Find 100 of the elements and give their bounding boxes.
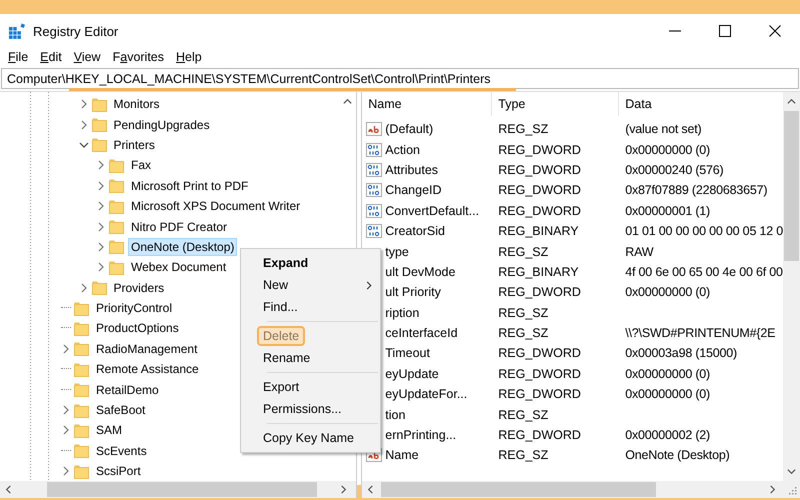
column-header[interactable]: Name — [362, 92, 492, 116]
tree-item[interactable]: Microsoft Print to PDF — [128, 176, 252, 195]
folder-icon — [74, 422, 89, 438]
value-name[interactable]: tion — [385, 408, 406, 422]
menu-item[interactable]: Rename — [241, 347, 380, 369]
expand-chevron-icon[interactable] — [96, 160, 106, 170]
expand-chevron-icon[interactable] — [96, 180, 106, 191]
value-data: 4f 00 6e 00 65 00 4e 00 6f 00 — [624, 264, 783, 279]
expand-chevron-icon[interactable] — [78, 99, 88, 110]
scroll-left-icon[interactable] — [366, 485, 376, 494]
expand-chevron-icon[interactable] — [96, 222, 106, 232]
expand-chevron-icon[interactable] — [61, 466, 71, 476]
value-name[interactable]: ChangeID — [385, 183, 442, 198]
value-name[interactable]: Name — [385, 448, 419, 462]
column-header[interactable]: Data — [619, 92, 783, 116]
expand-chevron-icon[interactable] — [96, 201, 106, 212]
value-type: REG_DWORD — [498, 285, 581, 300]
expand-chevron-icon[interactable] — [96, 262, 106, 272]
value-name[interactable]: eyUpdateFor... — [385, 387, 468, 402]
expand-chevron-icon[interactable] — [96, 242, 106, 252]
binary-value-icon — [366, 224, 382, 238]
value-data: (value not set) — [624, 122, 702, 136]
tree-item[interactable]: ProductOptions — [93, 319, 182, 338]
value-name[interactable]: (Default) — [385, 122, 434, 136]
tree-item[interactable]: Monitors — [110, 95, 163, 114]
value-data: \\?\SWD#PRINTENUM#{2E — [624, 326, 776, 340]
tree-item[interactable]: Microsoft XPS Document Writer — [128, 197, 304, 216]
scroll-up-icon[interactable] — [343, 97, 352, 106]
tree-item[interactable]: Nitro PDF Creator — [128, 218, 230, 236]
scrollbar-thumb[interactable] — [381, 482, 656, 498]
value-data: 0x00000000 (0) — [624, 142, 710, 157]
tree-item[interactable]: OneNote (Desktop) — [128, 238, 238, 256]
resize-grip-icon[interactable] — [787, 484, 797, 495]
menu-item[interactable]: View — [68, 48, 107, 66]
value-name[interactable]: ult Priority — [385, 285, 441, 300]
scroll-up-icon[interactable] — [787, 97, 796, 106]
maximize-icon[interactable] — [719, 25, 731, 37]
scroll-right-icon[interactable] — [339, 485, 348, 494]
value-name[interactable]: type — [385, 244, 409, 259]
tree-item[interactable]: ScsiPort — [93, 462, 144, 480]
expand-chevron-icon[interactable] — [61, 405, 71, 416]
menu-item[interactable]: Permissions... — [241, 398, 380, 420]
tree-item[interactable]: Printers — [110, 136, 158, 154]
menu-item[interactable]: Delete — [241, 325, 380, 347]
value-name[interactable]: ult DevMode — [385, 264, 456, 279]
menu-item[interactable]: Find... — [241, 296, 380, 318]
menu-item[interactable]: Copy Key Name — [241, 427, 380, 449]
expand-chevron-icon[interactable] — [61, 344, 71, 354]
tree-item[interactable]: RetailDemo — [93, 380, 162, 399]
tree-item[interactable]: PriorityControl — [93, 299, 176, 318]
value-data: 0x00000000 (0) — [624, 366, 710, 381]
value-type: REG_BINARY — [498, 264, 579, 279]
folder-icon — [74, 464, 89, 479]
tree-item[interactable]: Remote Assistance — [93, 360, 202, 378]
folder-icon — [74, 341, 89, 356]
menu-item[interactable]: Favorites — [106, 48, 170, 66]
expand-chevron-icon[interactable] — [61, 425, 71, 436]
value-name[interactable]: Attributes — [385, 162, 438, 177]
value-name[interactable]: Timeout — [385, 346, 430, 360]
tree-item[interactable]: ScEvents — [93, 442, 150, 460]
value-data: 0x00000240 (576) — [624, 162, 724, 177]
tree-item[interactable]: RadioManagement — [93, 340, 200, 358]
expand-chevron-icon[interactable] — [78, 282, 88, 293]
folder-icon — [74, 300, 89, 316]
registry-icon — [9, 23, 25, 39]
scroll-right-icon[interactable] — [768, 485, 777, 494]
menu-item[interactable]: Help — [170, 48, 208, 66]
value-name[interactable]: Action — [385, 142, 420, 157]
scroll-down-icon[interactable] — [787, 467, 796, 476]
folder-icon — [109, 178, 124, 194]
menu-item[interactable]: Edit — [34, 48, 68, 66]
tree-item[interactable]: SafeBoot — [93, 401, 148, 420]
tree-item[interactable]: SAM — [93, 421, 126, 440]
scrollbar-thumb[interactable] — [47, 482, 317, 498]
value-name[interactable]: ConvertDefault... — [385, 204, 480, 218]
tree-item[interactable]: Webex Document — [128, 258, 230, 276]
binary-value-icon — [366, 183, 382, 198]
expand-chevron-icon[interactable] — [78, 120, 88, 130]
value-name[interactable]: ceInterfaceId — [385, 326, 458, 340]
menu-item[interactable]: Export — [241, 376, 380, 398]
menu-item[interactable]: File — [2, 48, 34, 66]
menu-item[interactable]: Expand — [241, 252, 380, 274]
value-data: 0x00003a98 (15000) — [624, 346, 738, 360]
value-data: 0x00000000 (0) — [624, 387, 710, 402]
collapse-chevron-icon[interactable] — [78, 140, 88, 150]
value-name[interactable]: eyUpdate — [385, 366, 439, 381]
scrollbar-thumb[interactable] — [784, 111, 799, 261]
value-name[interactable]: ription — [385, 306, 420, 320]
value-name[interactable]: CreatorSid — [385, 224, 445, 238]
value-name[interactable]: ernPrinting... — [385, 428, 456, 442]
close-icon[interactable] — [769, 25, 781, 37]
value-type: REG_SZ — [498, 122, 548, 136]
folder-icon — [74, 443, 89, 458]
menu-item[interactable]: New — [241, 274, 380, 296]
tree-item[interactable]: Providers — [110, 278, 168, 297]
tree-item[interactable]: Fax — [128, 156, 154, 174]
column-header[interactable]: Type — [492, 92, 620, 116]
tree-item[interactable]: PendingUpgrades — [110, 116, 213, 134]
scroll-left-icon[interactable] — [4, 485, 13, 494]
folder-icon — [92, 137, 106, 152]
